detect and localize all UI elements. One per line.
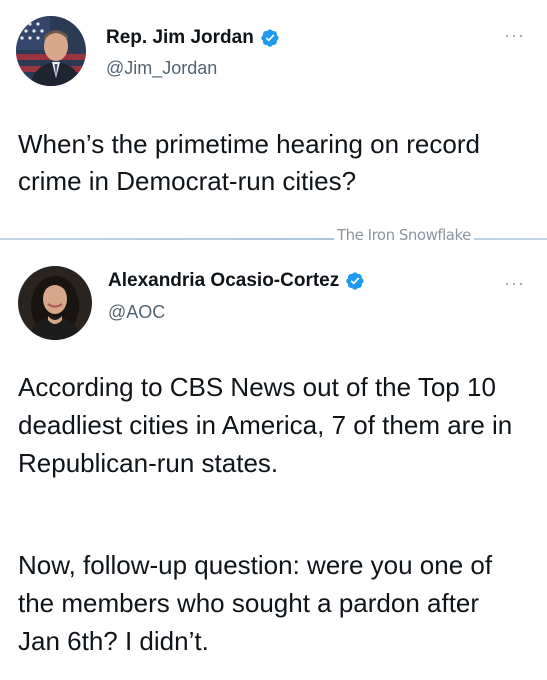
divider: The Iron Snowflake [0,227,547,244]
avatar-image [18,266,92,340]
avatar-jim-jordan[interactable] [16,16,86,86]
display-name[interactable]: Rep. Jim Jordan [106,27,254,49]
verified-badge-icon [346,272,364,290]
tweet-aoc: Alexandria Ocasio-Cortez @AOC ··· Accord… [0,244,547,680]
watermark: The Iron Snowflake [334,227,474,244]
handle[interactable]: @Jim_Jordan [106,57,217,79]
avatar-image [16,16,86,86]
author-row: Rep. Jim Jordan [106,27,280,49]
tweet-paragraph-1: According to CBS News out of the Top 10 … [18,372,513,478]
tweet-paragraph-2: Now, follow-up question: were you one of… [18,550,493,656]
author-row: Alexandria Ocasio-Cortez [108,270,365,292]
more-options-icon[interactable]: ··· [504,274,525,292]
more-options-icon[interactable]: ··· [504,26,525,44]
verified-badge-icon [261,29,279,47]
display-name[interactable]: Alexandria Ocasio-Cortez [108,270,339,292]
handle[interactable]: @AOC [108,301,165,323]
tweet-text: When’s the primetime hearing on record c… [18,129,480,196]
avatar-aoc[interactable] [18,266,92,340]
tweet-jim-jordan: Rep. Jim Jordan @Jim_Jordan ··· When’s t… [0,0,547,228]
